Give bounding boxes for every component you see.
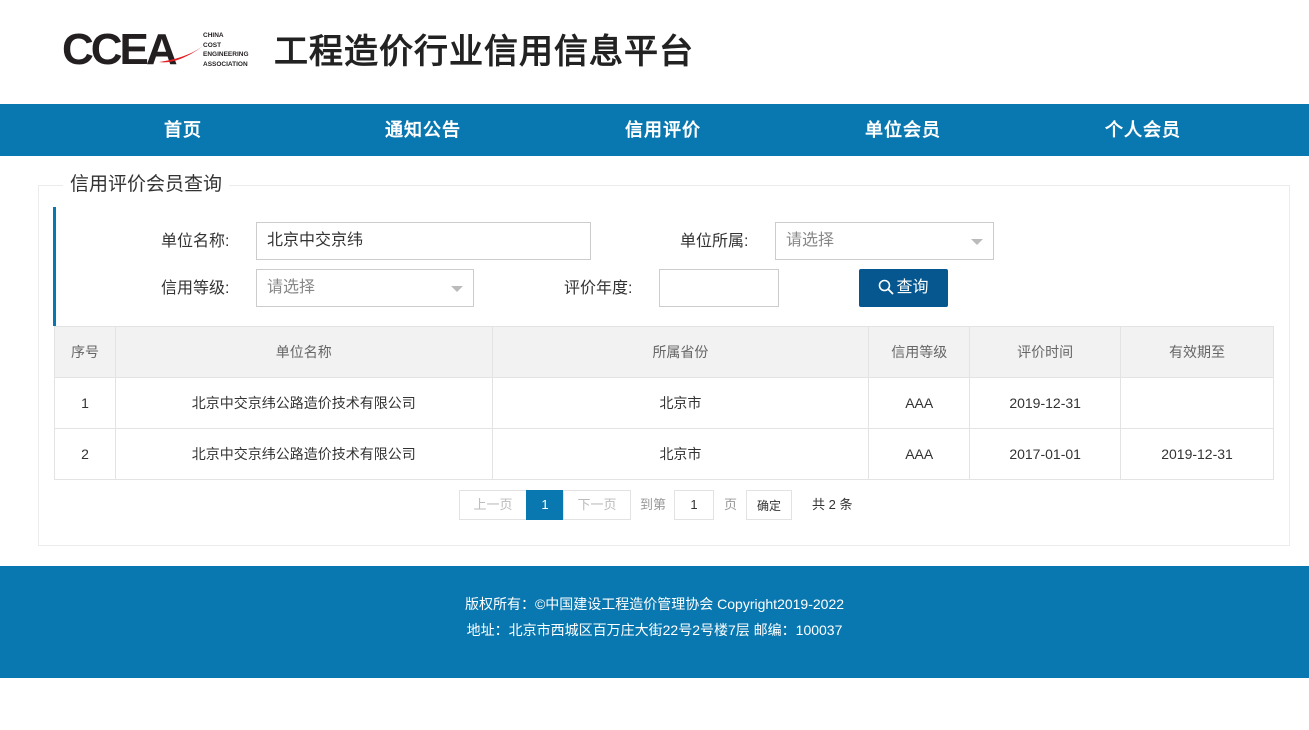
nav-item-credit-evaluation[interactable]: 信用评价 [593, 104, 733, 156]
cell-evaluation-date: 2019-12-31 [969, 377, 1122, 429]
cell-valid-until [1120, 377, 1274, 429]
credit-level-select-value: 请选择 [267, 279, 316, 296]
site-header: CCEA CHINA COST ENGINEERING ASSOCIATION … [0, 0, 1309, 104]
nav-item-unit-members[interactable]: 单位会员 [833, 104, 973, 156]
column-header-credit-level: 信用等级 [868, 326, 971, 378]
column-header-evaluation-date: 评价时间 [969, 326, 1122, 378]
column-header-valid-until: 有效期至 [1120, 326, 1274, 378]
nav-item-home[interactable]: 首页 [113, 104, 253, 156]
cell-unit-name: 北京中交京纬公路造价技术有限公司 [114, 428, 493, 480]
footer-copyright: 版权所有：©中国建设工程造价管理协会 Copyright2019-2022 [464, 596, 845, 612]
province-select-value: 请选择 [786, 232, 835, 249]
goto-confirm-button[interactable]: 确定 [746, 490, 792, 520]
search-button[interactable]: 查询 [859, 269, 948, 307]
footer-address: 地址：北京市西城区百万庄大街22号2号楼7层 邮编：100037 [466, 622, 843, 638]
province-label: 单位所属: [680, 233, 749, 250]
site-title: 工程造价行业信用信息平台 [274, 33, 694, 71]
page-number-current[interactable]: 1 [526, 490, 564, 520]
column-header-province: 所属省份 [491, 326, 870, 378]
table-header-row: 序号 单位名称 所属省份 信用等级 评价时间 有效期至 [54, 326, 1274, 378]
cell-credit-level: AAA [868, 377, 971, 429]
nav-item-notices[interactable]: 通知公告 [353, 104, 493, 156]
unit-name-input[interactable]: 北京中交京纬 [256, 222, 591, 260]
goto-prefix: 到第 [640, 497, 667, 512]
year-input[interactable] [659, 269, 779, 307]
goto-suffix: 页 [724, 497, 738, 512]
province-select[interactable]: 请选择 [775, 222, 994, 260]
logo-subtitle: CHINA COST ENGINEERING ASSOCIATION [203, 32, 249, 68]
chevron-down-icon [451, 286, 463, 292]
cell-evaluation-date: 2017-01-01 [969, 428, 1122, 480]
total-count: 共 2 条 [812, 497, 853, 512]
ccea-logo[interactable]: CCEA CHINA COST ENGINEERING ASSOCIATION [62, 28, 257, 74]
cell-index: 1 [54, 377, 116, 429]
chevron-down-icon [971, 239, 983, 245]
search-icon [879, 279, 894, 295]
nav-item-individual-members[interactable]: 个人会员 [1073, 104, 1213, 156]
cell-province: 北京市 [491, 377, 870, 429]
credit-level-label: 信用等级: [161, 280, 230, 297]
main-nav: 首页 通知公告 信用评价 单位会员 个人会员 [0, 104, 1309, 156]
table-row[interactable]: 1 北京中交京纬公路造价技术有限公司 北京市 AAA 2019-12-31 [54, 377, 1274, 429]
column-header-index: 序号 [54, 326, 116, 378]
cell-credit-level: AAA [868, 428, 971, 480]
credit-level-select[interactable]: 请选择 [256, 269, 474, 307]
unit-name-label: 单位名称: [161, 233, 230, 250]
results-table: 序号 单位名称 所属省份 信用等级 评价时间 有效期至 1 北京中交京纬公路造价… [54, 326, 1274, 480]
search-form [53, 207, 1273, 326]
goto-page-input[interactable]: 1 [674, 490, 714, 520]
cell-valid-until: 2019-12-31 [1120, 428, 1274, 480]
column-header-unit-name: 单位名称 [114, 326, 493, 378]
site-footer: 版权所有：©中国建设工程造价管理协会 Copyright2019-2022 地址… [0, 566, 1309, 678]
logo-swoosh-icon [159, 46, 203, 63]
cell-province: 北京市 [491, 428, 870, 480]
cell-unit-name: 北京中交京纬公路造价技术有限公司 [114, 377, 493, 429]
cell-index: 2 [54, 428, 116, 480]
table-row[interactable]: 2 北京中交京纬公路造价技术有限公司 北京市 AAA 2017-01-01 20… [54, 428, 1274, 480]
year-label: 评价年度: [564, 280, 633, 297]
search-button-label: 查询 [896, 279, 929, 296]
prev-page-button[interactable]: 上一页 [459, 490, 527, 520]
next-page-button[interactable]: 下一页 [563, 490, 631, 520]
panel-title: 信用评价会员查询 [63, 172, 230, 198]
